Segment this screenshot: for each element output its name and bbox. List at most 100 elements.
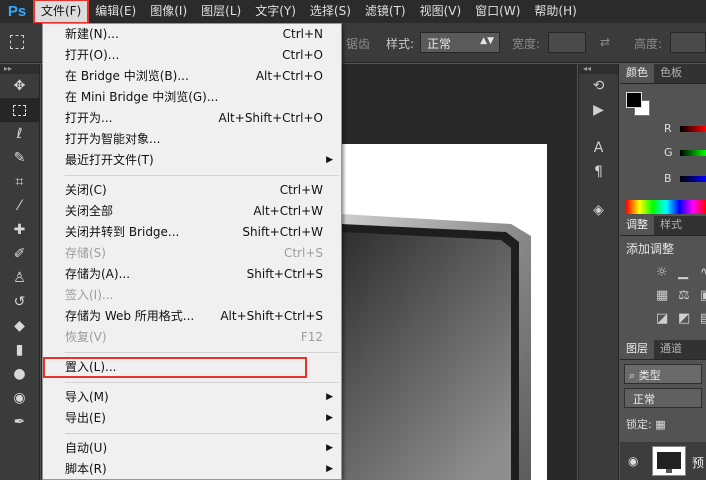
photo-filter-icon[interactable]: ◪ — [656, 311, 674, 326]
ps-logo: Ps — [7, 3, 27, 20]
red-slider[interactable] — [680, 126, 706, 132]
history-panel-icon[interactable]: ⟲ — [579, 74, 618, 98]
healing-brush-icon[interactable]: ✚ — [0, 218, 39, 242]
file-menu-item[interactable]: 新建(N)... Ctrl+N — [43, 24, 341, 45]
menu-item-shortcut: Ctrl+S — [283, 246, 323, 260]
character-panel-icon[interactable]: A — [579, 136, 618, 160]
clone-stamp-icon[interactable]: ♙ — [0, 266, 39, 290]
swap-icon[interactable]: ⇄ — [600, 35, 610, 49]
color-spectrum[interactable] — [626, 200, 706, 214]
menu-item-shortcut: Shift+Ctrl+W — [242, 225, 323, 239]
marquee-tool-preset-icon[interactable] — [10, 35, 24, 49]
menu-1[interactable]: 编辑(E) — [88, 0, 143, 23]
menu-9[interactable]: 帮助(H) — [527, 0, 583, 23]
tab-layers[interactable]: 图层 — [620, 339, 654, 359]
invert-icon[interactable]: ◩ — [678, 311, 696, 326]
file-menu-item[interactable]: 导出(E) ▶ — [43, 408, 341, 429]
menu-8[interactable]: 窗口(W) — [468, 0, 527, 23]
gradient-icon[interactable]: ▮ — [0, 338, 39, 362]
menu-item-label: 恢复(V) — [65, 330, 107, 344]
actions-panel-icon[interactable]: ▶ — [579, 98, 618, 122]
marquee-icon[interactable] — [0, 98, 39, 122]
gradient-map-icon[interactable]: ▤ — [700, 311, 706, 326]
menu-item-shortcut: Alt+Ctrl+O — [255, 69, 323, 83]
height-label: 高度: — [634, 37, 663, 51]
menu-item-label: 打开为智能对象... — [65, 132, 161, 146]
menu-item-shortcut: Alt+Shift+Ctrl+S — [220, 309, 323, 323]
quick-select-icon[interactable]: ✎ — [0, 146, 39, 170]
brightness-icon[interactable]: ☼ — [656, 265, 674, 280]
curves-icon[interactable]: ∿ — [700, 265, 706, 280]
file-menu-item[interactable]: 在 Bridge 中浏览(B)... Alt+Ctrl+O — [43, 66, 341, 87]
eraser-icon[interactable]: ◆ — [0, 314, 39, 338]
menu-6[interactable]: 滤镜(T) — [358, 0, 413, 23]
file-menu-item[interactable]: 打开为... Alt+Shift+Ctrl+O — [43, 108, 341, 129]
width-input[interactable] — [548, 32, 586, 53]
file-menu-item[interactable]: 关闭全部 Alt+Ctrl+W — [43, 201, 341, 222]
layer-kind-filter[interactable]: ⌕ 类型 — [624, 364, 702, 384]
levels-icon[interactable]: ▁ — [678, 265, 696, 280]
hue-icon[interactable]: ▦ — [656, 288, 674, 303]
menu-item-label: 打开(O)... — [65, 48, 120, 62]
document-canvas[interactable] — [341, 144, 547, 480]
lasso-icon[interactable]: ℓ — [0, 122, 39, 146]
menu-item-label: 关闭(C) — [65, 183, 107, 197]
menu-5[interactable]: 选择(S) — [303, 0, 358, 23]
tab-color[interactable]: 颜色 — [620, 63, 654, 83]
file-menu-item[interactable]: 导入(M) ▶ — [43, 387, 341, 408]
menu-item-label: 在 Mini Bridge 中浏览(G)... — [65, 90, 219, 104]
move-icon[interactable]: ✥ — [0, 74, 39, 98]
blue-slider[interactable] — [680, 176, 706, 182]
file-menu-item[interactable]: 脚本(R) ▶ — [43, 459, 341, 480]
layer-name: 预 — [692, 456, 705, 470]
dodge-icon[interactable]: ◉ — [0, 386, 39, 410]
dock-collapse-icon[interactable]: ◂◂ — [579, 64, 618, 74]
lock-pixels-icon[interactable]: ▦ — [655, 418, 665, 431]
3d-panel-icon[interactable]: ◈ — [579, 198, 618, 222]
file-menu-item[interactable]: 存储为(A)... Shift+Ctrl+S — [43, 264, 341, 285]
menu-item-place[interactable]: 置入(L)... — [43, 357, 307, 378]
lock-row: 锁定: ▦ — [620, 412, 706, 436]
toolbar-collapse-icon[interactable]: ▸▸ — [0, 64, 39, 74]
file-menu-item[interactable]: 在 Mini Bridge 中浏览(G)... — [43, 87, 341, 108]
bw-icon[interactable]: ▣ — [700, 288, 706, 303]
brush-icon[interactable]: ✐ — [0, 242, 39, 266]
file-menu-item[interactable]: 关闭并转到 Bridge... Shift+Ctrl+W — [43, 222, 341, 243]
foreground-color-swatch[interactable] — [626, 92, 642, 108]
menu-0[interactable]: 文件(F) — [32, 0, 90, 24]
submenu-arrow-icon: ▶ — [326, 413, 333, 423]
height-input[interactable] — [670, 32, 706, 53]
file-menu-item[interactable]: 关闭(C) Ctrl+W — [43, 180, 341, 201]
tab-channels[interactable]: 通道 — [654, 339, 688, 359]
tab-adjustments[interactable]: 调整 — [620, 215, 654, 235]
panel-dock: ◂◂ ⟲ ▶ A ¶ ◈ — [578, 64, 619, 480]
file-menu-item[interactable]: 打开为智能对象... — [43, 129, 341, 150]
tab-swatches[interactable]: 色板 — [654, 63, 688, 83]
layer-row[interactable]: ◉ 预 — [620, 442, 706, 480]
paragraph-panel-icon[interactable]: ¶ — [579, 160, 618, 184]
menu-item-label: 存储为(A)... — [65, 267, 131, 281]
blur-icon[interactable]: ● — [0, 362, 39, 386]
width-label: 宽度: — [512, 37, 541, 51]
eyedropper-icon[interactable]: ⁄ — [0, 194, 39, 218]
menu-3[interactable]: 图层(L) — [194, 0, 248, 23]
file-menu-item[interactable]: 最近打开文件(T) ▶ — [43, 150, 341, 171]
file-menu-item[interactable]: 自动(U) ▶ — [43, 438, 341, 459]
menu-2[interactable]: 图像(I) — [143, 0, 194, 23]
style-select[interactable]: 正常 ▲▼ — [420, 32, 500, 53]
adjust-panel-tabs: 调整 样式 — [620, 215, 706, 236]
menu-item-label: 签入(I)... — [65, 288, 114, 302]
crop-icon[interactable]: ⌗ — [0, 170, 39, 194]
file-menu-item[interactable]: 存储为 Web 所用格式... Alt+Shift+Ctrl+S — [43, 306, 341, 327]
blend-mode-select[interactable]: 正常 — [624, 388, 702, 408]
file-menu-item[interactable]: 打开(O)... Ctrl+O — [43, 45, 341, 66]
tab-styles[interactable]: 样式 — [654, 215, 688, 235]
menu-7[interactable]: 视图(V) — [413, 0, 469, 23]
pen-icon[interactable]: ✒ — [0, 410, 39, 434]
menu-4[interactable]: 文字(Y) — [248, 0, 303, 23]
eye-icon[interactable]: ◉ — [628, 454, 638, 468]
file-menu-item: 恢复(V) F12 — [43, 327, 341, 348]
balance-icon[interactable]: ⚖ — [678, 288, 696, 303]
history-brush-icon[interactable]: ↺ — [0, 290, 39, 314]
green-slider[interactable] — [680, 150, 706, 156]
